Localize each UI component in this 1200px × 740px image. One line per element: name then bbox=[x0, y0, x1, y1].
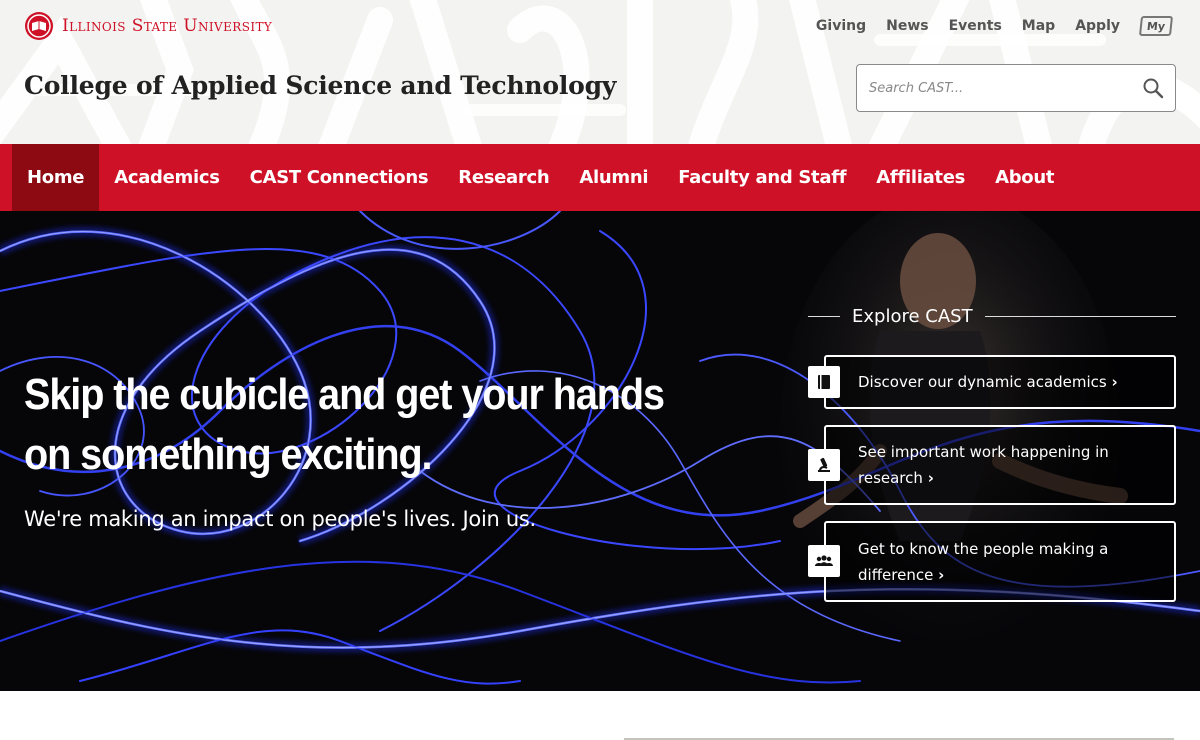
nav-item-alumni[interactable]: Alumni bbox=[564, 144, 663, 211]
explore-card-academics-text: Discover our dynamic academics › bbox=[826, 369, 1134, 395]
nav-item-research[interactable]: Research bbox=[443, 144, 564, 211]
utility-link-map[interactable]: Map bbox=[1022, 18, 1055, 34]
explore-card-people[interactable]: Get to know the people making a differen… bbox=[824, 521, 1176, 602]
nav-item-home[interactable]: Home bbox=[12, 144, 100, 211]
hero-subheadline: We're making an impact on people's lives… bbox=[24, 507, 536, 531]
people-icon bbox=[808, 545, 840, 577]
explore-card-research-text: See important work happening in research… bbox=[826, 439, 1174, 491]
isu-seal-icon bbox=[25, 12, 53, 40]
search-input[interactable] bbox=[857, 65, 1131, 111]
search-box bbox=[856, 64, 1176, 112]
hero-banner: Skip the cubicle and get your hands on s… bbox=[0, 211, 1200, 691]
explore-card-people-text: Get to know the people making a differen… bbox=[826, 536, 1174, 588]
explore-title: Explore CAST bbox=[852, 305, 973, 327]
search-icon bbox=[1143, 78, 1164, 99]
chevron-right-icon: › bbox=[938, 565, 945, 584]
utility-nav: Giving News Events Map Apply My bbox=[796, 16, 1174, 36]
hero-headline: Skip the cubicle and get your hands on s… bbox=[24, 370, 665, 479]
chevron-right-icon: › bbox=[1111, 373, 1118, 391]
explore-heading: Explore CAST bbox=[808, 304, 1176, 328]
explore-divider-left bbox=[808, 315, 840, 317]
college-title[interactable]: College of Applied Science and Technolog… bbox=[24, 71, 616, 100]
nav-item-affiliates[interactable]: Affiliates bbox=[861, 144, 980, 211]
utility-link-giving[interactable]: Giving bbox=[816, 18, 866, 34]
nav-item-faculty-and-staff[interactable]: Faculty and Staff bbox=[663, 144, 861, 211]
utility-link-apply[interactable]: Apply bbox=[1075, 18, 1120, 34]
chevron-right-icon: › bbox=[927, 469, 934, 487]
book-icon bbox=[808, 366, 840, 398]
utility-link-events[interactable]: Events bbox=[949, 18, 1002, 34]
nav-item-about[interactable]: About bbox=[980, 144, 1069, 211]
utility-link-news[interactable]: News bbox=[886, 18, 928, 34]
nav-item-academics[interactable]: Academics bbox=[99, 144, 234, 211]
search-button[interactable] bbox=[1131, 65, 1175, 111]
explore-card-people-label: Get to know the people making a differen… bbox=[858, 539, 1109, 584]
site-header: Illinois State University College of App… bbox=[0, 0, 1200, 144]
nav-item-cast-connections[interactable]: CAST Connections bbox=[235, 144, 444, 211]
explore-card-research[interactable]: See important work happening in research… bbox=[824, 425, 1176, 505]
explore-card-academics[interactable]: Discover our dynamic academics › bbox=[824, 355, 1176, 409]
isu-logo-link[interactable]: Illinois State University bbox=[24, 11, 272, 41]
explore-card-research-label: See important work happening in research bbox=[858, 443, 1109, 487]
isu-wordmark: Illinois State University bbox=[62, 16, 273, 36]
my-isu-button[interactable]: My bbox=[1138, 16, 1174, 36]
explore-divider-right bbox=[984, 315, 1176, 317]
main-nav: Home Academics CAST Connections Research… bbox=[0, 144, 1200, 211]
explore-card-academics-label: Discover our dynamic academics bbox=[858, 373, 1107, 391]
microscope-icon bbox=[808, 449, 840, 481]
